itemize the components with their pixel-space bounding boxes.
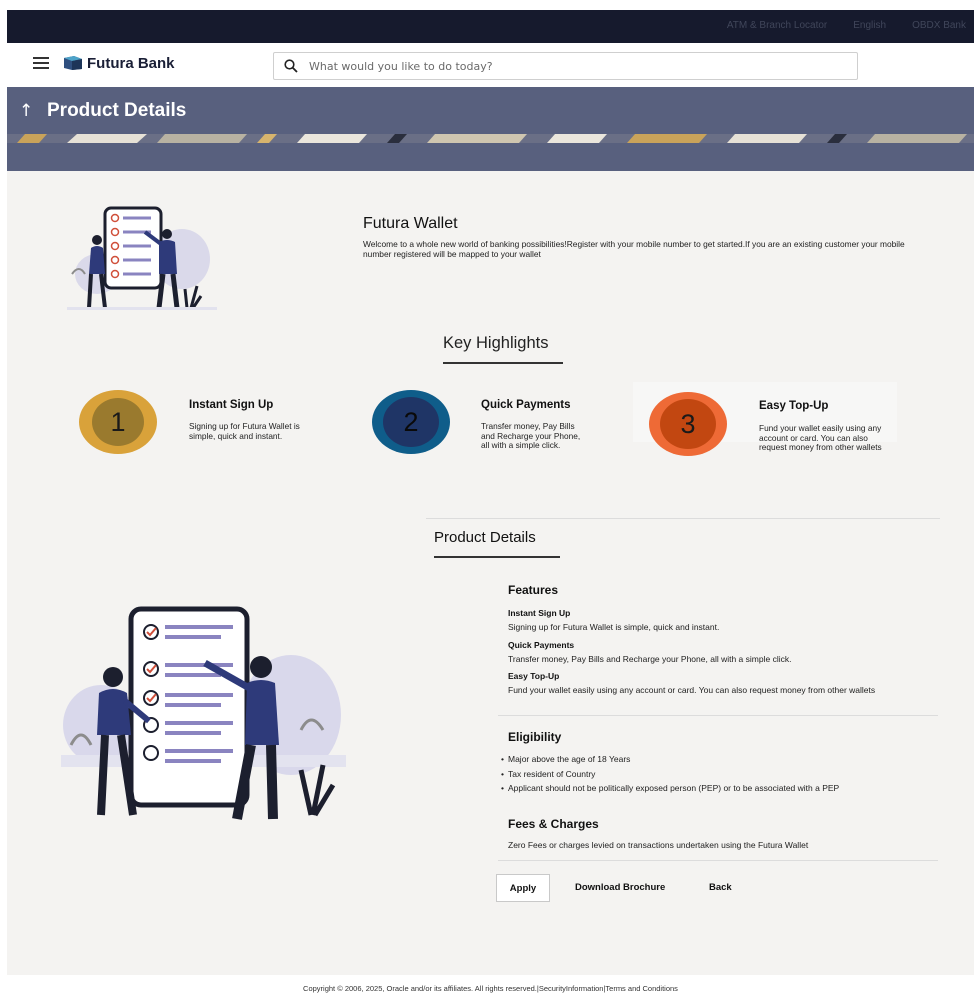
banner-pattern: [7, 134, 974, 143]
back-button[interactable]: Back: [709, 882, 732, 893]
page-banner: ↑ Product Details: [7, 87, 974, 171]
bank-logo-icon: [64, 56, 82, 70]
eligibility-heading: Eligibility: [508, 730, 562, 744]
key-highlights-title: Key Highlights: [443, 334, 549, 352]
key-highlights-underline: [443, 362, 563, 364]
eligibility-item: Tax resident of Country: [501, 767, 839, 782]
app-window: ATM & Branch Locator English OBDX Bank F…: [7, 10, 974, 998]
feature-title-2: Quick Payments: [508, 640, 575, 650]
highlight-number-1: 1: [92, 398, 144, 446]
highlight-circle-1: 1: [79, 390, 157, 454]
highlight-desc-1: Signing up for Futura Wallet is simple, …: [189, 421, 300, 441]
highlight-desc-2: Transfer money, Pay Bills and Recharge y…: [481, 421, 581, 450]
feature-text-1: Signing up for Futura Wallet is simple, …: [508, 622, 720, 632]
features-divider: [498, 715, 938, 716]
highlight-number-3: 3: [660, 399, 716, 449]
eligibility-item: Major above the age of 18 Years: [501, 752, 839, 767]
product-details-underline: [434, 556, 560, 558]
highlight-number-2: 2: [383, 397, 439, 447]
language-selector[interactable]: English: [853, 20, 886, 31]
wallet-illustration: [67, 206, 217, 310]
bank-selector[interactable]: OBDX Bank: [912, 20, 966, 31]
feature-title-1: Instant Sign Up: [508, 608, 571, 618]
search-box[interactable]: [273, 52, 858, 80]
fees-divider: [498, 860, 938, 861]
eligibility-item: Applicant should not be politically expo…: [501, 781, 839, 796]
back-arrow-icon[interactable]: ↑: [19, 101, 33, 121]
atm-branch-locator-link[interactable]: ATM & Branch Locator: [727, 20, 827, 31]
top-bar: ATM & Branch Locator English OBDX Bank: [7, 10, 974, 43]
page-title: Product Details: [47, 100, 187, 121]
product-illustration: [61, 606, 346, 820]
highlight-desc-3: Fund your wallet easily using any accoun…: [759, 423, 882, 452]
footer-text: Copyright © 2006, 2025, Oracle and/or it…: [303, 984, 678, 993]
highlight-title-3: Easy Top-Up: [759, 400, 829, 412]
highlight-title-2: Quick Payments: [481, 399, 571, 411]
apply-button[interactable]: Apply: [496, 874, 550, 902]
top-links: ATM & Branch Locator English OBDX Bank: [727, 20, 966, 31]
footer: Copyright © 2006, 2025, Oracle and/or it…: [7, 975, 974, 998]
highlight-circle-2: 2: [372, 390, 450, 454]
feature-text-3: Fund your wallet easily using any accoun…: [508, 685, 876, 695]
section-divider: [426, 518, 940, 519]
search-input[interactable]: [307, 56, 851, 76]
hamburger-icon[interactable]: [33, 57, 49, 71]
eligibility-list: Major above the age of 18 Years Tax resi…: [498, 752, 839, 796]
download-brochure-button[interactable]: Download Brochure: [575, 882, 665, 893]
feature-title-3: Easy Top-Up: [508, 671, 560, 681]
fees-text: Zero Fees or charges levied on transacti…: [508, 840, 809, 850]
fees-heading: Fees & Charges: [508, 817, 599, 831]
product-details-title: Product Details: [434, 529, 536, 546]
product-description: Welcome to a whole new world of banking …: [363, 239, 905, 259]
highlight-title-1: Instant Sign Up: [189, 399, 274, 411]
search-icon: [284, 59, 298, 73]
brand-name[interactable]: Futura Bank: [87, 55, 175, 72]
features-heading: Features: [508, 583, 559, 597]
feature-text-2: Transfer money, Pay Bills and Recharge y…: [508, 654, 792, 664]
product-name: Futura Wallet: [363, 215, 458, 232]
header: Futura Bank: [7, 43, 974, 88]
highlight-circle-3: 3: [649, 392, 727, 456]
